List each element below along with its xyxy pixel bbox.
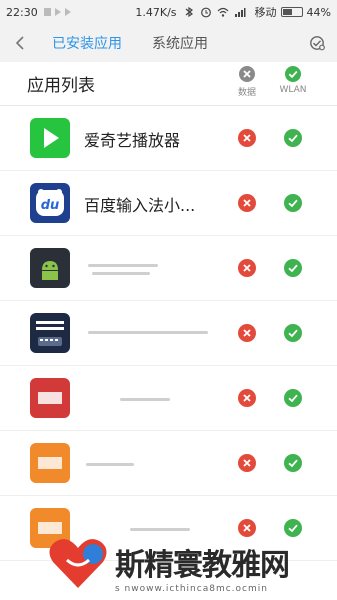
blurred-text	[92, 272, 150, 275]
wlan-allow-icon[interactable]	[284, 259, 302, 277]
data-deny-icon[interactable]	[238, 194, 256, 212]
status-bar: 22:30 1.47K/s 移动 44%	[0, 0, 337, 24]
column-wlan-label: WLAN	[279, 85, 307, 95]
app-row	[0, 301, 337, 366]
red-app-icon	[30, 378, 70, 418]
network-settings-icon	[310, 36, 325, 51]
blurred-text	[86, 463, 134, 466]
blurred-text	[120, 398, 170, 401]
baidu-input-icon: du	[30, 183, 70, 223]
column-wlan: WLAN	[268, 66, 318, 95]
app-row: 爱奇艺播放器	[0, 106, 337, 171]
back-button[interactable]	[0, 24, 40, 62]
play-icon	[54, 8, 61, 16]
status-time: 22:30	[6, 5, 38, 19]
list-header: 应用列表 数据 WLAN	[0, 62, 337, 106]
watermark-heart-logo	[49, 539, 107, 588]
data-deny-icon[interactable]	[238, 129, 256, 147]
network-settings-button[interactable]	[297, 24, 337, 62]
app-name: 爱奇艺播放器	[84, 130, 181, 150]
list-title: 应用列表	[27, 76, 95, 96]
notification-icon	[43, 8, 51, 16]
data-deny-icon[interactable]	[238, 454, 256, 472]
data-deny-icon[interactable]	[238, 389, 256, 407]
play-icon	[64, 8, 71, 16]
wlan-allow-icon[interactable]	[284, 194, 302, 212]
app-row	[0, 366, 337, 431]
tab-installed-apps[interactable]: 已安装应用	[40, 24, 134, 62]
data-column-icon	[239, 66, 255, 82]
blurred-text	[88, 264, 158, 267]
wlan-column-icon	[285, 66, 301, 82]
android-app-icon	[30, 248, 70, 288]
blurred-text	[88, 331, 208, 334]
data-deny-icon[interactable]	[238, 324, 256, 342]
battery-level: 44%	[306, 5, 331, 19]
bluetooth-icon	[183, 6, 195, 18]
chevron-left-icon	[15, 36, 24, 50]
watermark-text: 斯精寰教雅网	[115, 548, 290, 583]
orange-app-icon	[30, 443, 70, 483]
app-name: 百度输入法小...	[84, 195, 196, 215]
app-row	[0, 431, 337, 496]
keyboard-app-icon	[30, 313, 70, 353]
column-data: 数据	[222, 66, 272, 98]
tab-system-apps[interactable]: 系统应用	[140, 24, 220, 62]
wlan-allow-icon[interactable]	[284, 324, 302, 342]
watermark-url: s nwoww.icthinca8mc.ocmin	[115, 584, 268, 594]
svg-text:du: du	[41, 198, 60, 213]
data-deny-icon[interactable]	[238, 259, 256, 277]
app-row	[0, 236, 337, 301]
signal-icon	[234, 6, 246, 18]
alarm-icon	[200, 6, 212, 18]
column-data-label: 数据	[237, 88, 256, 98]
wlan-allow-icon[interactable]	[284, 389, 302, 407]
carrier-label: 移动	[254, 6, 277, 19]
network-speed: 1.47K/s	[135, 5, 177, 19]
wlan-allow-icon[interactable]	[284, 454, 302, 472]
tab-header: 已安装应用 系统应用	[0, 24, 337, 62]
wlan-allow-icon[interactable]	[284, 129, 302, 147]
watermark: 斯精寰教雅网 s nwoww.icthinca8mc.ocmin	[45, 530, 337, 600]
wifi-icon	[217, 6, 229, 18]
iqiyi-icon	[30, 118, 70, 158]
battery-icon	[280, 7, 303, 17]
app-row: du 百度输入法小...	[0, 171, 337, 236]
